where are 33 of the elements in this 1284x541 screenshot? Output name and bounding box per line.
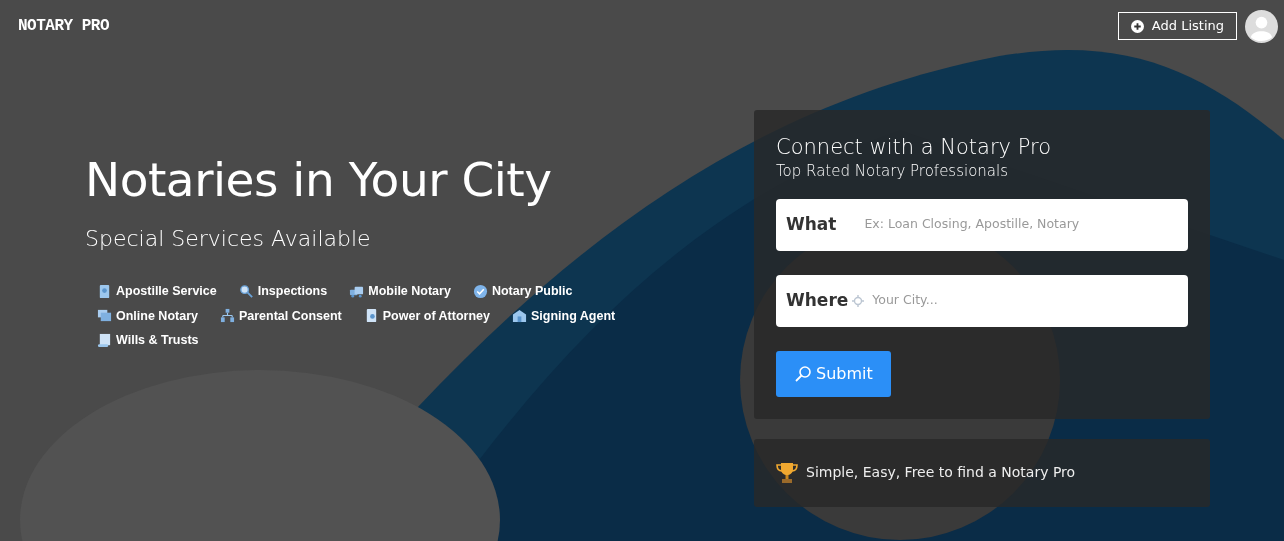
field-label: Where xyxy=(786,288,849,312)
service-link[interactable]: Inspections xyxy=(257,281,328,302)
text-input[interactable]: Ex: Loan Closing, Apostille, Notary xyxy=(864,215,1178,234)
text-input[interactable]: Your City... xyxy=(872,291,1178,310)
card-subtitle: Top Rated Notary Professionals xyxy=(776,161,1009,182)
service-link[interactable]: Wills & Trusts xyxy=(116,330,199,351)
checkmark-icon xyxy=(472,283,488,299)
service-link[interactable]: Signing Agent xyxy=(530,305,616,326)
trophy-icon xyxy=(776,460,798,485)
info-text: Simple, Easy, Free to find a Notary Pro xyxy=(806,463,1076,482)
service-link[interactable]: Parental Consent xyxy=(238,305,342,326)
hero-title: Notaries in Your City xyxy=(85,152,553,209)
field-label: What xyxy=(786,212,837,236)
plus-icon xyxy=(1130,19,1144,33)
people-icon xyxy=(219,308,235,324)
add-listing-button[interactable]: Add Listing xyxy=(1117,12,1237,40)
service-link[interactable]: Power of Attorney xyxy=(382,305,490,326)
building-icon xyxy=(511,308,527,324)
brand-logo[interactable]: NOTARY PRO xyxy=(18,14,109,38)
search-field[interactable]: What Ex: Loan Closing, Apostille, Notary xyxy=(776,198,1188,251)
service-link[interactable]: Mobile Notary xyxy=(368,281,451,302)
magnifier-icon xyxy=(238,283,254,299)
card-title: Connect with a Notary Pro xyxy=(776,134,1052,160)
document-icon xyxy=(97,283,112,299)
service-link[interactable]: Notary Public xyxy=(491,281,573,302)
service-link[interactable]: Online Notary xyxy=(116,305,198,326)
search-field[interactable]: Where Your City... xyxy=(776,274,1188,327)
service-link[interactable]: Apostille Service xyxy=(116,281,217,302)
scroll-icon xyxy=(97,332,112,348)
hero-subtitle: Special Services Available xyxy=(85,225,372,254)
windows-icon xyxy=(97,308,112,324)
avatar-icon[interactable] xyxy=(1245,9,1278,43)
search-icon xyxy=(794,364,812,383)
